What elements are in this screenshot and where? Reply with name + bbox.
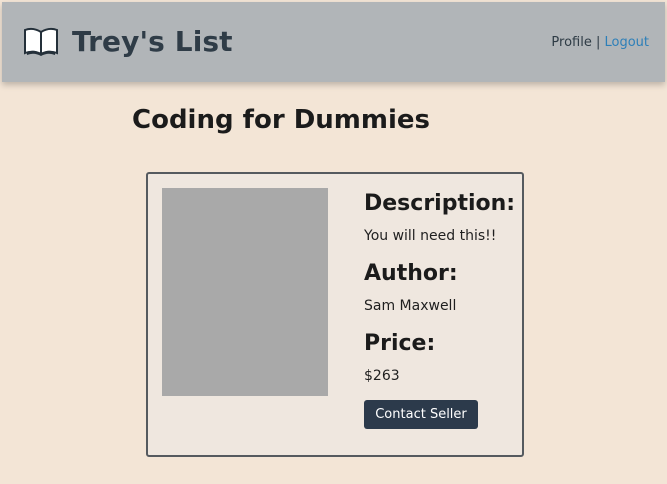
listing-card: Description: You will need this!! Author… <box>146 172 524 457</box>
book-image-placeholder <box>162 188 328 396</box>
open-book-icon <box>24 27 58 57</box>
page-title: Coding for Dummies <box>132 105 430 135</box>
description-text: You will need this!! <box>364 228 497 244</box>
contact-seller-button[interactable]: Contact Seller <box>364 400 478 429</box>
brand-title: Trey's List <box>72 25 233 58</box>
user-nav: Profile | Logout <box>551 35 649 51</box>
description-heading: Description: <box>364 191 516 216</box>
brand-link[interactable]: Trey's List <box>24 20 233 64</box>
profile-link[interactable]: Profile <box>551 35 591 50</box>
price-heading: Price: <box>364 331 436 356</box>
author-heading: Author: <box>364 261 458 286</box>
author-text: Sam Maxwell <box>364 298 457 314</box>
navbar: Trey's List Profile | Logout <box>2 2 665 82</box>
logout-link[interactable]: Logout <box>604 35 649 50</box>
price-text: $263 <box>364 368 400 384</box>
